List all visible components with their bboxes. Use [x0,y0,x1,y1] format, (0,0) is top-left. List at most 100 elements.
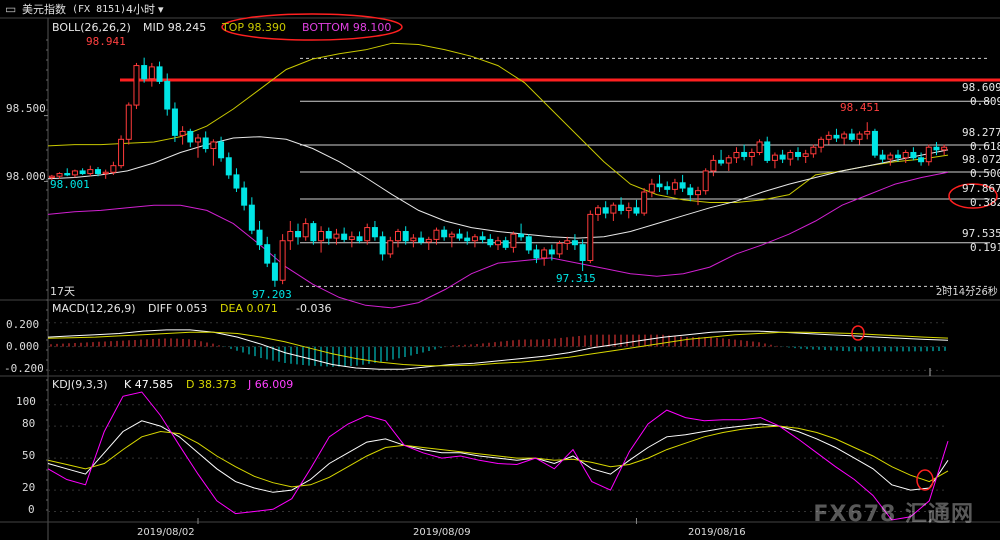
candle-body-110 [895,154,901,159]
kdj-tick-100: 100 [16,395,36,408]
candle-body-71 [595,207,601,215]
candle-body-61 [518,233,525,238]
candle-body-83 [687,187,694,196]
candle-body-3 [71,170,78,176]
fib-price-97535: 97.535 [962,227,1000,240]
candle-body-88 [725,157,732,164]
period-selector[interactable]: 4小时 [126,3,155,17]
fib-price-97867: 97.867 [962,182,1000,195]
candle-body-81 [671,182,678,190]
fib-pct-0809: 0.809 [970,95,1000,108]
candle-body-85 [702,170,709,192]
candle-body-10 [125,104,132,140]
candle-body-78 [648,183,655,193]
candle-body-82 [679,182,686,189]
candle-body-92 [756,141,763,153]
candle-body-52 [448,233,455,238]
candle-body-44 [387,240,394,255]
price-chart[interactable] [0,0,1000,540]
candle-body-106 [864,130,871,135]
candle-body-48 [418,237,425,243]
candle-body-47 [410,237,417,242]
menu-icon[interactable]: ▭ [5,2,16,16]
candle-body-66 [556,242,563,255]
candle-body-13 [148,66,155,80]
macd-tick-0200: 0.200 [6,318,40,331]
candle-body-64 [541,249,548,259]
candle-body-25 [241,187,248,206]
candle-body-115 [933,146,940,151]
candle-body-45 [395,231,401,242]
candle-body-27 [256,229,263,246]
date-label-0816: 2019/08/16 [688,527,746,538]
candle-body-67 [564,240,571,244]
high-label: 98.941 [86,35,126,48]
candle-body-43 [379,236,386,255]
candle-body-99 [810,146,817,155]
candle-body-63 [533,249,540,259]
candle-body-36 [325,231,332,239]
price-tick-98000: 98.000 [6,170,46,183]
macd-diff: DIFF 0.053 [148,302,208,315]
candle-body-70 [587,213,594,261]
candle-body-28 [264,244,271,264]
candle-body-46 [402,231,409,242]
candle-body-40 [356,236,363,242]
candle-body-38 [341,233,348,240]
macd-tick-0000: 0.000 [6,340,40,353]
fib-price-98609: 98.609 [962,81,1000,94]
kdj-tick-0: 0 [28,503,35,516]
kdj-j: J 66.009 [248,378,294,391]
candle-body-93 [764,141,771,161]
fib-pct-0618: 0.618 [970,140,1000,153]
candle-body-4 [79,170,86,175]
candle-body-80 [664,186,671,190]
candle-body-76 [633,207,640,214]
candle-body-2 [64,173,71,176]
candle-body-5 [87,169,94,175]
fib-price-98072: 98.072 [962,153,1000,166]
candle-body-95 [779,154,786,160]
candle-body-89 [733,151,740,159]
symbol-code: (FX 8151) [72,4,127,15]
candle-body-16 [171,108,178,136]
kdj-tick-50: 50 [22,449,36,462]
candle-body-21 [210,141,217,150]
candle-body-75 [625,207,632,211]
low-label: 97.203 [252,288,292,301]
candle-body-33 [302,223,309,238]
candle-body-29 [271,262,278,281]
kdj-tick-20: 20 [22,481,36,494]
kdj-d: D 38.373 [186,378,237,391]
candle-body-26 [248,204,255,231]
candle-body-53 [456,233,463,239]
candle-body-111 [902,151,909,159]
candle-body-60 [510,233,517,248]
candle-body-105 [856,133,863,140]
symbol-title: 美元指数 [22,3,66,16]
candle-body-107 [871,130,878,156]
candle-body-58 [495,240,501,246]
candle-body-41 [364,227,371,242]
candle-body-104 [848,133,855,140]
macd-tick-neg0200: -0.200 [4,362,44,375]
watermark-logo: FX678 汇通网 [813,502,974,527]
candle-body-116 [941,146,948,151]
countdown-timer: 2时14分26秒 [936,287,998,298]
date-label-0802: 2019/08/02 [137,527,195,538]
candle-body-103 [841,133,848,139]
candle-body-37 [333,233,340,239]
range-days-label: 17天 [50,285,75,298]
fib-pct-0500: 0.500 [970,167,1000,180]
candle-body-55 [471,236,478,242]
candle-body-112 [910,151,917,159]
candle-body-79 [656,183,663,188]
candle-body-86 [710,159,717,172]
candle-body-87 [718,159,725,164]
chevron-down-icon[interactable]: ▾ [158,3,164,17]
macd-dea: DEA 0.071 [220,302,278,315]
candle-body-97 [795,151,801,157]
candle-body-72 [602,207,609,214]
candle-body-90 [741,151,748,157]
candle-body-50 [433,229,440,240]
